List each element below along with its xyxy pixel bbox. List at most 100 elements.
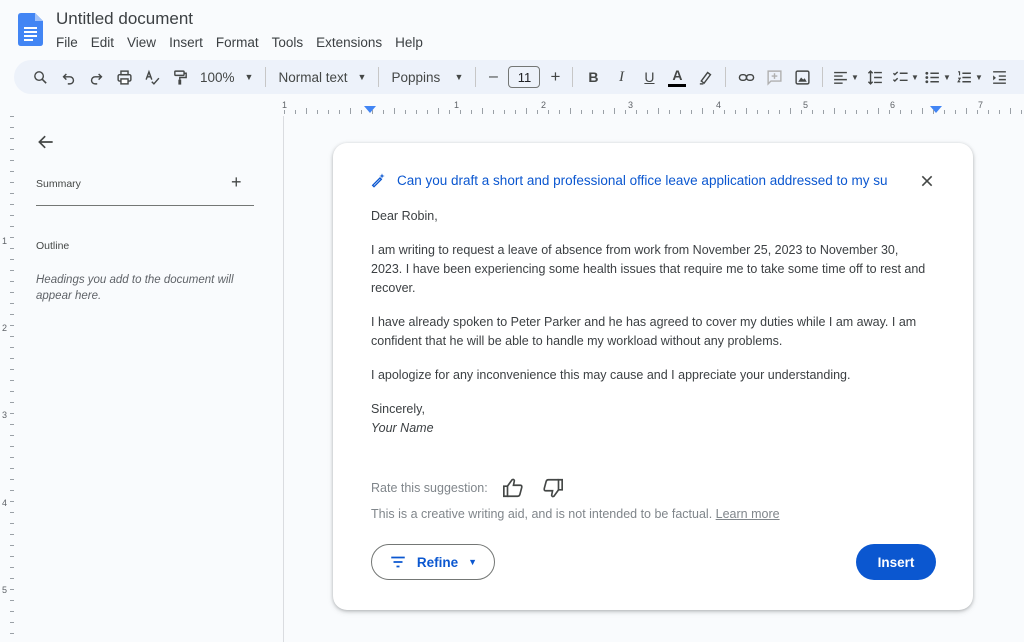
menu-help[interactable]: Help	[389, 33, 429, 52]
ruler-tick	[10, 314, 14, 315]
left-indent-marker[interactable]	[364, 106, 376, 113]
ruler-tick	[603, 110, 604, 114]
style-dropdown[interactable]: Normal text ▼	[272, 64, 372, 90]
menu-tools[interactable]: Tools	[266, 33, 310, 52]
ruler-number: 2	[541, 100, 547, 110]
ruler-tick	[614, 108, 615, 114]
ruler-tick	[691, 110, 692, 114]
ruler-number: 3	[628, 100, 634, 110]
disclaimer: This is a creative writing aid, and is n…	[371, 507, 780, 521]
ruler-tick	[10, 248, 14, 249]
chevron-down-icon: ▼	[454, 72, 464, 82]
paint-format-icon[interactable]	[166, 64, 194, 90]
ruler-tick	[361, 110, 362, 114]
right-indent-marker[interactable]	[930, 106, 942, 113]
ruler-tick	[471, 110, 472, 114]
add-comment-icon[interactable]	[760, 64, 788, 90]
insert-image-icon[interactable]	[788, 64, 816, 90]
ruler-tick	[339, 110, 340, 114]
ruler-tick	[504, 110, 505, 114]
ruler-tick	[966, 108, 967, 114]
ruler-tick	[10, 160, 14, 161]
text-color-button[interactable]: A	[663, 64, 691, 90]
ruler-tick	[10, 358, 14, 359]
learn-more-link[interactable]: Learn more	[716, 507, 780, 521]
ruler-tick	[757, 110, 758, 114]
bold-button[interactable]: B	[579, 64, 607, 90]
undo-icon[interactable]	[54, 64, 82, 90]
ruler-tick	[702, 108, 703, 114]
ruler-tick	[10, 512, 14, 513]
align-dropdown[interactable]: ▼	[829, 64, 861, 90]
ruler-tick	[999, 110, 1000, 114]
ruler-tick	[10, 347, 14, 348]
ruler-tick	[372, 110, 373, 114]
ruler-tick	[658, 108, 659, 114]
ruler-tick	[548, 110, 549, 114]
link-icon[interactable]	[732, 64, 760, 90]
ruler-tick	[669, 110, 670, 114]
font-dropdown[interactable]: Poppins ▼	[385, 64, 469, 90]
underline-button[interactable]: U	[635, 64, 663, 90]
menu-insert[interactable]: Insert	[163, 33, 209, 52]
ruler-tick	[328, 110, 329, 114]
back-arrow-icon[interactable]	[36, 132, 56, 152]
numbered-list-dropdown[interactable]: ▼	[953, 64, 985, 90]
add-summary-button[interactable]: +	[231, 172, 242, 193]
ruler-tick	[834, 108, 835, 114]
increase-font-size-button[interactable]: +	[544, 64, 566, 90]
menu-edit[interactable]: Edit	[85, 33, 120, 52]
toolbar-divider	[822, 67, 824, 87]
ruler-tick	[867, 110, 868, 114]
document-title[interactable]: Untitled document	[56, 9, 193, 29]
ruler-tick	[944, 110, 945, 114]
refine-label: Refine	[416, 554, 459, 570]
ruler-number: 3	[2, 410, 8, 420]
horizontal-ruler[interactable]: 1 1 2 3 4 5 6 7	[282, 100, 1024, 116]
ruler-tick	[416, 110, 417, 114]
spellcheck-icon[interactable]	[138, 64, 166, 90]
rating-row: Rate this suggestion:	[371, 477, 582, 499]
ruler-tick	[10, 446, 14, 447]
ruler-number: 2	[2, 323, 8, 333]
ruler-tick	[317, 110, 318, 114]
highlight-icon[interactable]	[691, 64, 719, 90]
ruler-tick	[10, 402, 14, 403]
ruler-tick	[10, 556, 14, 557]
chevron-down-icon: ▼	[468, 557, 478, 567]
insert-button[interactable]: Insert	[856, 544, 936, 580]
letter-paragraph: I have already spoken to Peter Parker an…	[371, 315, 917, 348]
prompt-text[interactable]: Can you draft a short and professional o…	[397, 173, 888, 188]
ruler-tick	[10, 501, 14, 502]
menu-file[interactable]: File	[50, 33, 84, 52]
redo-icon[interactable]	[82, 64, 110, 90]
font-size-input[interactable]: 11	[508, 66, 541, 88]
generated-letter: Dear Robin, I am writing to request a le…	[371, 207, 931, 438]
menu-view[interactable]: View	[121, 33, 162, 52]
zoom-dropdown[interactable]: 100% ▼	[194, 64, 259, 90]
italic-button[interactable]: I	[607, 64, 635, 90]
thumbs-up-icon[interactable]	[502, 477, 524, 499]
print-icon[interactable]	[110, 64, 138, 90]
ruler-tick	[537, 110, 538, 114]
menu-format[interactable]: Format	[210, 33, 265, 52]
disclaimer-text: This is a creative writing aid, and is n…	[371, 507, 713, 521]
menu-extensions[interactable]: Extensions	[310, 33, 388, 52]
line-spacing-icon[interactable]	[861, 64, 889, 90]
toolbar-divider	[378, 67, 380, 87]
decrease-font-size-button[interactable]: –	[482, 64, 504, 90]
ruler-tick	[482, 108, 483, 114]
thumbs-down-icon[interactable]	[542, 477, 564, 499]
ruler-tick	[10, 424, 14, 425]
indent-icon[interactable]	[985, 64, 1013, 90]
refine-button[interactable]: Refine ▼	[371, 544, 495, 580]
ruler-tick	[405, 110, 406, 114]
ruler-tick	[977, 110, 978, 114]
letter-paragraph: I apologize for any inconvenience this m…	[371, 368, 851, 382]
chevron-down-icon: ▼	[244, 72, 254, 82]
close-icon[interactable]	[919, 173, 935, 189]
docs-logo-icon[interactable]	[18, 13, 43, 46]
bulleted-list-dropdown[interactable]: ▼	[921, 64, 953, 90]
checklist-dropdown[interactable]: ▼	[889, 64, 921, 90]
search-icon[interactable]	[26, 64, 54, 90]
